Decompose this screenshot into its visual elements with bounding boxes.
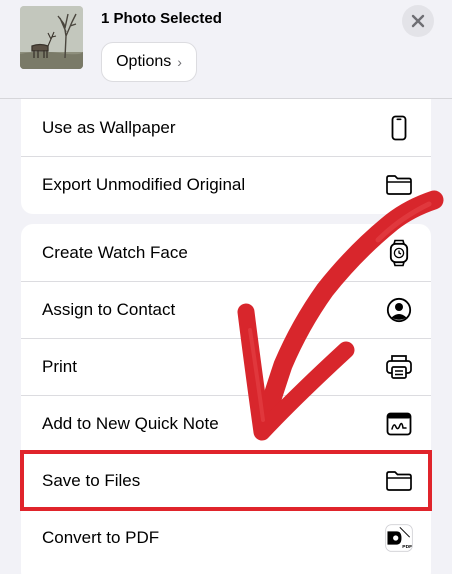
folder-icon bbox=[385, 467, 413, 495]
menu-item-label: Export Unmodified Original bbox=[42, 174, 246, 194]
phone-icon bbox=[385, 114, 413, 142]
contact-icon bbox=[385, 296, 413, 324]
page-title: 1 Photo Selected bbox=[101, 10, 222, 27]
menu-item-label: Assign to Contact bbox=[42, 299, 176, 319]
menu-item-export-unmodified-original[interactable]: Export Unmodified Original bbox=[21, 156, 431, 213]
menu-item-assign-to-contact[interactable]: Assign to Contact bbox=[21, 281, 431, 338]
close-button[interactable] bbox=[402, 5, 434, 37]
menu-item-use-as-wallpaper[interactable]: Use as Wallpaper bbox=[21, 99, 431, 156]
watch-icon bbox=[385, 239, 413, 267]
deer-photo-icon bbox=[20, 6, 83, 69]
menu-item-label: Print bbox=[42, 356, 77, 376]
menu-item-label: Use as Wallpaper bbox=[42, 117, 176, 137]
menu-item-label: Add to New Quick Note bbox=[42, 413, 219, 433]
folder-icon bbox=[385, 171, 413, 199]
menu-item-convert-to-pdf[interactable]: Convert to PDF PDF bbox=[21, 509, 431, 566]
menu-item-save-to-files[interactable]: Save to Files bbox=[21, 452, 431, 509]
chevron-right-icon: › bbox=[177, 54, 182, 70]
action-group-1: Use as Wallpaper Export Unmodified Origi… bbox=[21, 99, 431, 214]
menu-item-label: Save to Files bbox=[42, 470, 141, 490]
svg-text:PDF: PDF bbox=[402, 543, 412, 549]
menu-item-label: Convert to PDF bbox=[42, 527, 160, 547]
action-group-2: Create Watch Face Assign to Contact Prin… bbox=[21, 224, 431, 574]
menu-item-label: Create Watch Face bbox=[42, 242, 188, 262]
share-sheet-header: 1 Photo Selected Options › bbox=[0, 0, 452, 99]
pdf-icon: PDF bbox=[385, 523, 413, 552]
options-label: Options bbox=[116, 53, 172, 70]
close-icon bbox=[411, 14, 425, 28]
menu-item-create-watch-face[interactable]: Create Watch Face bbox=[21, 224, 431, 281]
menu-item-add-to-new-quick-note[interactable]: Add to New Quick Note bbox=[21, 395, 431, 452]
quick-note-icon bbox=[385, 410, 413, 438]
menu-item-print[interactable]: Print bbox=[21, 338, 431, 395]
photo-thumbnail bbox=[20, 6, 83, 69]
options-button[interactable]: Options › bbox=[101, 42, 197, 82]
printer-icon bbox=[385, 353, 413, 381]
